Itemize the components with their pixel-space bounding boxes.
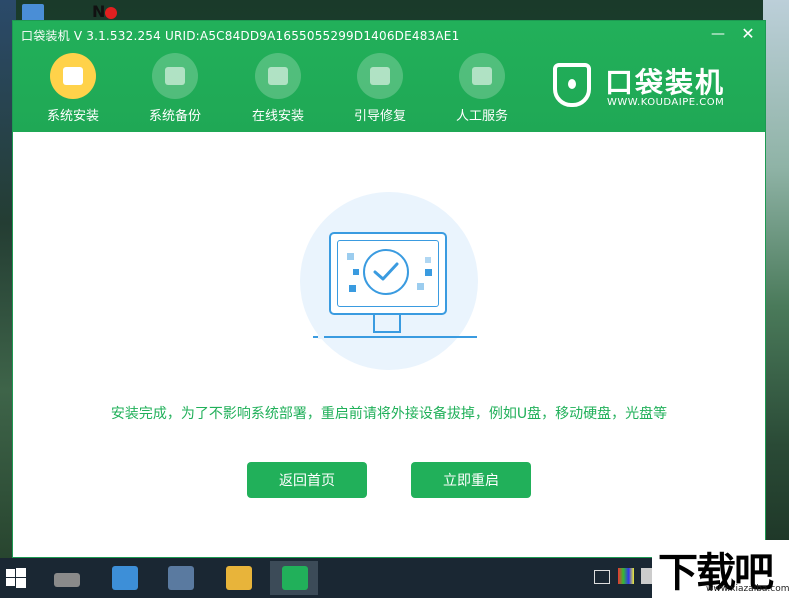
nav-label: 人工服务 — [455, 109, 508, 124]
pixel-decoration — [425, 269, 432, 276]
nav-label: 系统安装 — [46, 109, 99, 124]
boot-repair-icon — [357, 53, 403, 99]
back-home-button[interactable]: 返回首页 — [247, 462, 367, 498]
install-complete-message: 安装完成，为了不影响系统部署，重启前请将外接设备拔掉，例如U盘，移动硬盘，光盘等 — [110, 406, 668, 422]
support-chat-icon — [459, 53, 505, 99]
pixel-decoration — [353, 269, 359, 275]
pixel-decoration — [347, 253, 354, 260]
system-backup-icon — [152, 53, 198, 99]
nav-label: 系统备份 — [148, 109, 201, 124]
nav-item-online-install[interactable]: 在线安装 — [238, 53, 318, 124]
brand-name: 口袋装机 — [605, 66, 726, 99]
taskbar-explorer-icon[interactable] — [214, 561, 262, 595]
restart-now-button[interactable]: 立即重启 — [411, 462, 531, 498]
minimize-button[interactable]: — — [709, 25, 727, 43]
monitor-stand — [373, 315, 401, 333]
close-button[interactable]: ✕ — [739, 25, 757, 43]
taskbar-koudai-icon[interactable] — [270, 561, 318, 595]
taskbar-device-icon[interactable] — [42, 561, 90, 595]
base-gap — [318, 335, 324, 339]
windows-start-icon[interactable] — [6, 568, 26, 588]
monitor-base-line — [313, 336, 477, 338]
brand-url: WWW.KOUDAIPE.COM — [607, 97, 725, 108]
app-window: 口袋装机 V 3.1.532.254 URID:A5C84DD9A1655055… — [13, 21, 765, 557]
watermark: 下载吧 www.xiazaiba.com — [652, 540, 789, 598]
nav-item-system-backup[interactable]: 系统备份 — [135, 53, 215, 124]
pixel-decoration — [349, 285, 356, 292]
watermark-url: www.xiazaiba.com — [706, 584, 789, 594]
pocket-logo-icon — [553, 63, 591, 107]
app-header: 口袋装机 V 3.1.532.254 URID:A5C84DD9A1655055… — [13, 21, 765, 145]
nav-item-support[interactable]: 人工服务 — [442, 53, 522, 124]
taskbar-keyboard-icon[interactable] — [156, 561, 204, 595]
tray-app-icon[interactable] — [618, 568, 634, 584]
desktop-background-right — [763, 0, 789, 558]
nav-item-system-install[interactable]: 系统安装 — [33, 53, 113, 145]
taskbar-computer-icon[interactable] — [100, 561, 148, 595]
checkmark-icon — [363, 249, 409, 295]
pixel-decoration — [417, 283, 424, 290]
desktop-folder-icon[interactable] — [22, 4, 44, 22]
nav-label: 引导修复 — [353, 109, 406, 124]
nav-item-boot-repair[interactable]: 引导修复 — [340, 53, 420, 124]
online-install-icon — [255, 53, 301, 99]
tray-network-icon[interactable] — [594, 570, 610, 584]
nav-label: 在线安装 — [251, 109, 304, 124]
system-install-icon — [50, 53, 96, 99]
window-title: 口袋装机 V 3.1.532.254 URID:A5C84DD9A1655055… — [21, 29, 460, 43]
pixel-decoration — [425, 257, 431, 263]
desktop-np-icon[interactable]: N — [92, 2, 118, 21]
